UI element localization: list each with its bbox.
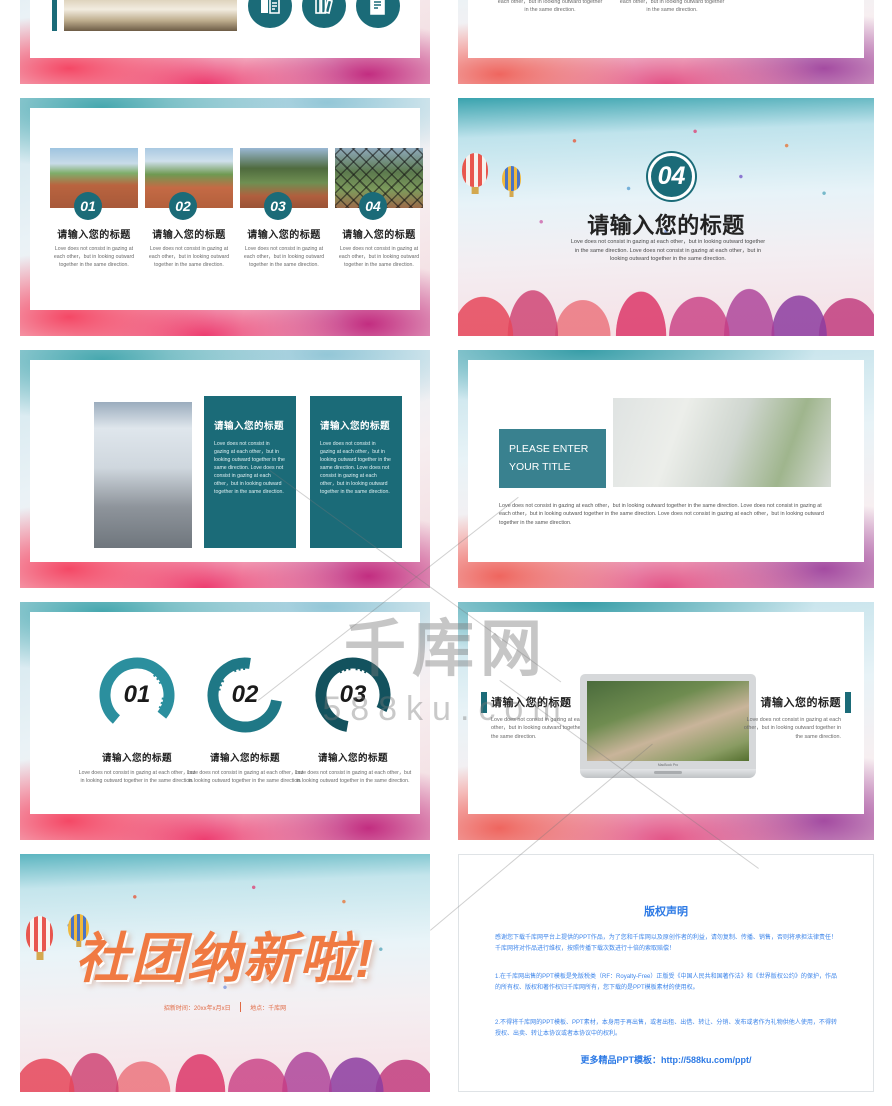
column-body-1: each other，but in looking outward togeth… xyxy=(497,0,603,14)
donut-number: 01 xyxy=(123,681,151,708)
slide-four-photo-grid[interactable]: 01 请输入您的标题 Love does not consist in gazi… xyxy=(20,98,430,336)
laptop-base xyxy=(580,769,756,778)
crowd-silhouette xyxy=(20,1000,430,1092)
grid-item[interactable]: 04 请输入您的标题 Love does not consist in gazi… xyxy=(335,148,423,269)
donut-number: 02 xyxy=(231,681,259,708)
crowd-silhouette xyxy=(458,228,874,336)
slides-contact-sheet: each other，but in looking outward togeth… xyxy=(0,0,892,1106)
accent-bar-right xyxy=(845,692,851,713)
donut-item[interactable]: 03 请输入您的标题 Love does not consist in gazi… xyxy=(293,654,413,785)
panel-title: 请输入您的标题 xyxy=(214,421,285,432)
description-body: Love does not consist in gazing at each … xyxy=(499,503,824,526)
text-panel[interactable]: 请输入您的标题 Love does not consist in gazing … xyxy=(204,396,296,548)
title-line-2: YOUR TITLE xyxy=(509,460,571,473)
panel-title: 请输入您的标题 xyxy=(320,421,391,432)
item-number: 03 xyxy=(264,192,292,220)
slide-three-donuts[interactable]: 01 请输入您的标题 Love does not consist in gazi… xyxy=(20,602,430,840)
accent-bar-left xyxy=(481,692,487,713)
laptop-mockup: MacBook Pro xyxy=(580,674,756,778)
donut-number: 03 xyxy=(339,681,367,708)
slide-image-two-panels[interactable]: 请输入您的标题 Love does not consist in gazing … xyxy=(20,350,430,588)
accent-bar xyxy=(52,0,57,31)
left-body: Love does not consist in gazing at each … xyxy=(491,717,589,740)
panel-body: Love does not consist in gazing at each … xyxy=(320,441,391,496)
text-panel[interactable]: 请输入您的标题 Love does not consist in gazing … xyxy=(310,396,402,548)
item-number: 02 xyxy=(169,192,197,220)
laptop-screen-photo xyxy=(587,681,749,761)
donut-title: 请输入您的标题 xyxy=(209,753,280,764)
item-title: 请输入您的标题 xyxy=(342,230,416,241)
classroom-photo xyxy=(613,398,831,487)
item-body: Love does not consist in gazing at each … xyxy=(338,246,420,269)
grid-item[interactable]: 03 请输入您的标题 Love does not consist in gazi… xyxy=(240,148,328,269)
donut-item[interactable]: 01 请输入您的标题 Love does not consist in gazi… xyxy=(77,654,197,785)
donut-ring: 01 xyxy=(96,654,178,736)
item-number: 01 xyxy=(74,192,102,220)
title-line-1: PLEASE ENTER xyxy=(509,442,589,455)
item-body: Love does not consist in gazing at each … xyxy=(148,246,230,269)
left-title: 请输入您的标题 xyxy=(491,697,572,709)
donut-body: Love does not consist in gazing at each … xyxy=(294,770,412,785)
column-body-2: each other，but in looking outward togeth… xyxy=(619,0,725,14)
title-block[interactable]: PLEASE ENTER YOUR TITLE xyxy=(499,429,606,488)
slide-section-04[interactable]: 04 请输入您的标题 Love does not consist in gazi… xyxy=(458,98,874,336)
item-body: Love does not consist in gazing at each … xyxy=(53,246,135,269)
donut-title: 请输入您的标题 xyxy=(101,753,172,764)
item-number: 04 xyxy=(359,192,387,220)
slide-copyright[interactable]: 版权声明 感谢您下载千库网平台上提供的PPT作品，为了您和千库网以及原创作者的利… xyxy=(458,854,874,1092)
donut-item[interactable]: 02 请输入您的标题 Love does not consist in gazi… xyxy=(185,654,305,785)
donut-body: Love does not consist in gazing at each … xyxy=(186,770,304,785)
hot-air-balloon-icon xyxy=(462,153,488,187)
donut-ring: 02 xyxy=(204,654,286,736)
slide-laptop[interactable]: 请输入您的标题 Love does not consist in gazing … xyxy=(458,602,874,840)
item-title: 请输入您的标题 xyxy=(247,230,321,241)
open-book-photo xyxy=(64,0,237,31)
panel-body: Love does not consist in gazing at each … xyxy=(214,441,285,496)
tree-avenue-photo xyxy=(94,402,192,548)
section-number: 04 xyxy=(648,153,695,200)
copyright-paragraph: 1.在千库网出售的PPT模板是免版税类（RF：Royalty-Free）正版受《… xyxy=(495,974,837,992)
copyright-footer-label: 更多精品PPT模板： xyxy=(580,1055,661,1065)
donut-title: 请输入您的标题 xyxy=(317,753,388,764)
donut-body: Love does not consist in gazing at each … xyxy=(78,770,196,785)
slide-please-enter-title[interactable]: PLEASE ENTER YOUR TITLE Love does not co… xyxy=(458,350,874,588)
laptop-brand-label: MacBook Pro xyxy=(657,763,679,767)
copyright-footer-url[interactable]: http://588ku.com/ppt/ xyxy=(661,1055,752,1065)
slide-books[interactable] xyxy=(20,0,430,84)
item-body: Love does not consist in gazing at each … xyxy=(243,246,325,269)
slide-closing[interactable]: 社团纳新啦! 招新时间：20xx年x月x日 地点：千库网 xyxy=(20,854,430,1092)
item-title: 请输入您的标题 xyxy=(57,230,131,241)
copyright-title: 版权声明 xyxy=(644,906,688,918)
right-body: Love does not consist in gazing at each … xyxy=(743,717,841,740)
item-title: 请输入您的标题 xyxy=(152,230,226,241)
copyright-footer[interactable]: 更多精品PPT模板：http://588ku.com/ppt/ xyxy=(459,1053,873,1066)
right-title: 请输入您的标题 xyxy=(760,697,841,709)
hot-air-balloon-icon xyxy=(502,166,521,191)
grid-item[interactable]: 02 请输入您的标题 Love does not consist in gazi… xyxy=(145,148,233,269)
grid-item[interactable]: 01 请输入您的标题 Love does not consist in gazi… xyxy=(50,148,138,269)
copyright-paragraph: 感谢您下载千库网平台上提供的PPT作品，为了您和千库网以及原创作者的利益，请勿复… xyxy=(495,935,837,953)
donut-ring: 03 xyxy=(312,654,394,736)
copyright-paragraph: 2.不得将千库网的PPT模板、PPT素材，本身用于再出售，或者出租、出借、转让、… xyxy=(495,1020,837,1038)
closing-headline: 社团纳新啦! xyxy=(75,929,375,989)
slide-two-column-text[interactable]: each other，but in looking outward togeth… xyxy=(458,0,874,84)
